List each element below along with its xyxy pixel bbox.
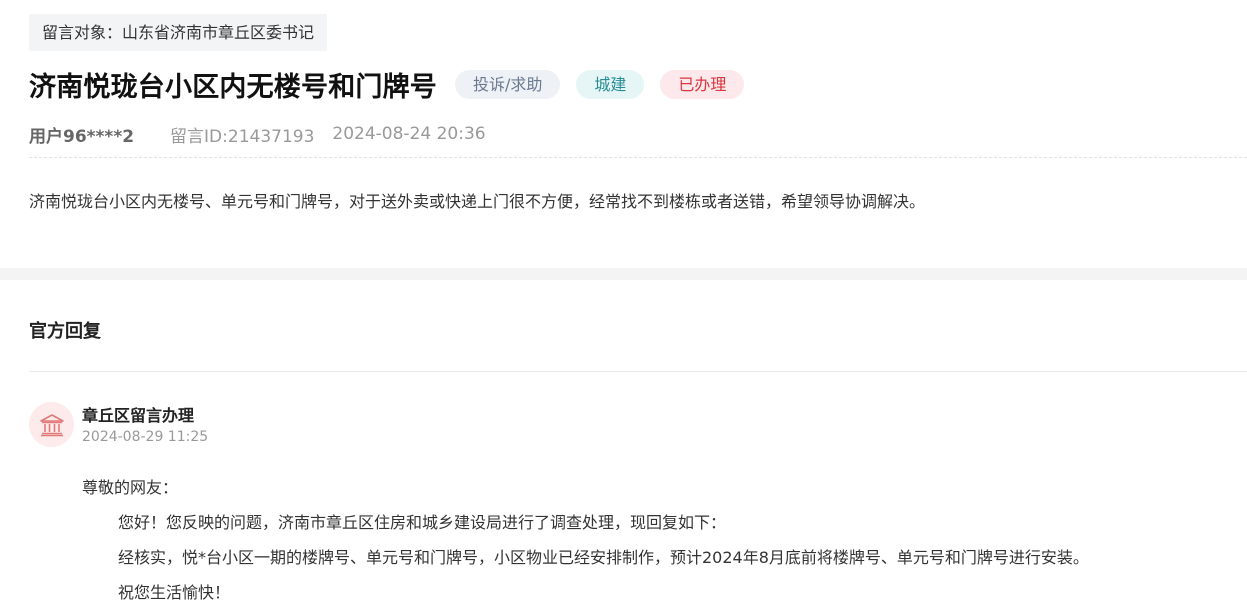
message-id: 留言ID:21437193 (170, 126, 315, 147)
reply-department: 章丘区留言办理 (82, 406, 195, 425)
message-content: 济南悦珑台小区内无楼号、单元号和门牌号，对于送外卖或快递上门很不方便，经常找不到… (29, 192, 926, 211)
message-datetime: 2024-08-24 20:36 (332, 124, 486, 144)
message-meta: 用户96****2 留言ID:21437193 2024-08-24 20:36 (29, 122, 486, 147)
divider (29, 157, 1247, 158)
government-building-icon (39, 413, 64, 436)
reply-paragraph: 您好！您反映的问题，济南市章丘区住房和城乡建设局进行了调查处理，现回复如下： (118, 513, 727, 532)
avatar (29, 402, 74, 447)
status-badge: 已办理 (660, 69, 745, 99)
reply-greeting: 尊敬的网友： (82, 478, 179, 497)
user-name: 用户96****2 (29, 126, 135, 147)
section-separator (0, 268, 1247, 280)
divider (29, 371, 1247, 372)
message-detail-page: 留言对象：山东省济南市章丘区委书记 济南悦珑台小区内无楼号和门牌号 投诉/求助 … (0, 0, 1247, 616)
page-title: 济南悦珑台小区内无楼号和门牌号 (29, 71, 437, 103)
title-row: 济南悦珑台小区内无楼号和门牌号 投诉/求助 城建 已办理 (29, 64, 745, 104)
type-tag[interactable]: 投诉/求助 (455, 69, 561, 99)
reply-paragraph: 祝您生活愉快！ (118, 583, 231, 602)
official-reply-heading: 官方回复 (29, 321, 101, 342)
reply-paragraph: 经核实，悦*台小区一期的楼牌号、单元号和门牌号，小区物业已经安排制作，预计202… (118, 548, 1089, 567)
message-target: 留言对象：山东省济南市章丘区委书记 (29, 14, 328, 51)
category-tag[interactable]: 城建 (576, 69, 645, 99)
reply-datetime: 2024-08-29 11:25 (82, 429, 209, 445)
